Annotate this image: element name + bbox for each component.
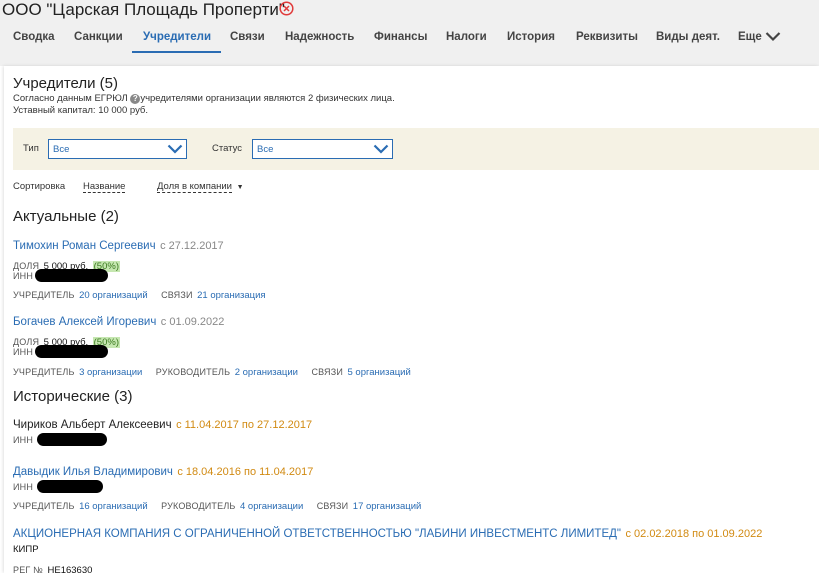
tab-requisites[interactable]: Реквизиты [576, 31, 638, 43]
redaction-mark [35, 345, 108, 358]
tab-taxes[interactable]: Налоги [446, 31, 487, 43]
historical-period: с 18.04.2016 по 11.04.2017 [177, 466, 314, 478]
historical-period: с 11.04.2017 по 27.12.2017 [176, 419, 313, 431]
status-select-value: Все [257, 144, 274, 155]
chevron-down-icon [167, 144, 183, 154]
caret-down-icon: ▼ [236, 184, 244, 191]
type-filter-label: Тип [23, 143, 39, 154]
historical-name-link[interactable]: Давыдик Илья Владимирович [13, 466, 173, 478]
historical-period: с 02.02.2018 по 01.09.2022 [625, 528, 763, 540]
chevron-down-icon[interactable] [765, 31, 781, 42]
historical-name: Чириков Альберт Алексеевич [13, 419, 172, 431]
filter-panel: Тип Все Статус Все [13, 128, 819, 170]
founder-stat-label: УЧРЕДИТЕЛЬ [13, 290, 75, 300]
historical-row: Чириков Альберт Алексеевич с 11.04.2017 … [13, 415, 312, 433]
founder-date: с 01.09.2022 [160, 316, 225, 328]
chevron-down-icon [373, 144, 389, 154]
links-stat-link[interactable]: 21 организация [197, 290, 265, 301]
inn-label: ИНН [13, 435, 34, 445]
founder-date: с 27.12.2017 [160, 240, 224, 252]
help-icon[interactable]: ? [130, 94, 141, 104]
founder-stat-link[interactable]: 3 организации [79, 367, 142, 378]
status-filter-label: Статус [212, 143, 243, 154]
founder-name-link[interactable]: Богачев Алексей Игоревич [13, 316, 156, 328]
redaction-mark [37, 433, 107, 446]
reg-value: HE163630 [47, 565, 93, 573]
historical-row: Давыдик Илья Владимирович с 18.04.2016 п… [13, 462, 313, 480]
founder-row: Тимохин Роман Сергеевич с 27.12.2017 [13, 236, 224, 254]
main-nav: Сводка Санкции Учредители Связи Надежнос… [0, 28, 819, 54]
egrul-note: Согласно данным ЕГРЮЛ ? учредителями орга… [13, 93, 395, 104]
tab-reliability[interactable]: Надежность [285, 31, 354, 43]
manager-stat-label: РУКОВОДИТЕЛЬ [155, 367, 231, 377]
stats-row: УЧРЕДИТЕЛЬ 3 организации РУКОВОДИТЕЛЬ 2 … [13, 362, 411, 380]
egrul-prefix: Согласно данным ЕГРЮЛ [13, 93, 128, 104]
founders-heading: Учредители (5) [13, 75, 119, 92]
sort-by-share-label: Доля в компании [157, 181, 232, 193]
redaction-mark [37, 480, 103, 493]
tab-history[interactable]: История [507, 31, 555, 43]
founder-stat-label: УЧРЕДИТЕЛЬ [13, 501, 75, 511]
historical-name-link[interactable]: АКЦИОНЕРНАЯ КОМПАНИЯ С ОГРАНИЧЕННОЙ ОТВЕ… [13, 528, 621, 540]
founder-name-link[interactable]: Тимохин Роман Сергеевич [13, 240, 156, 252]
inn-label: ИНН [13, 347, 34, 357]
content-panel: Учредители (5) Согласно данным ЕГРЮЛ ? уч… [4, 66, 819, 573]
stats-row: УЧРЕДИТЕЛЬ 16 организаций РУКОВОДИТЕЛЬ 4… [13, 496, 421, 514]
historical-heading: Исторические (3) [13, 388, 133, 405]
close-circle-icon[interactable] [279, 1, 294, 16]
share-label: ДОЛЯ [13, 261, 40, 271]
type-select[interactable]: Все [48, 139, 187, 159]
inn-label: ИНН [13, 482, 34, 492]
links-stat-link[interactable]: 17 организаций [353, 501, 422, 512]
historical-row: АКЦИОНЕРНАЯ КОМПАНИЯ С ОГРАНИЧЕННОЙ ОТВЕ… [13, 524, 762, 542]
sort-label: Сортировка [13, 181, 66, 192]
sort-by-share[interactable]: Доля в компании ▼ [157, 181, 244, 193]
links-stat-label: СВЯЗИ [311, 367, 344, 377]
type-select-value: Все [53, 144, 70, 155]
manager-stat-link[interactable]: 2 организации [235, 367, 298, 378]
historical-country: КИПР [13, 544, 39, 555]
tab-founders[interactable]: Учредители [143, 31, 211, 43]
founder-row: Богачев Алексей Игоревич с 01.09.2022 [13, 312, 224, 330]
founder-stat-label: УЧРЕДИТЕЛЬ [13, 367, 75, 377]
tab-activities[interactable]: Виды деят. [656, 31, 720, 43]
stats-row: УЧРЕДИТЕЛЬ 20 организаций СВЯЗИ 21 орган… [13, 285, 266, 303]
tab-links[interactable]: Связи [230, 31, 265, 43]
tab-sanctions[interactable]: Санкции [74, 31, 123, 43]
tab-summary[interactable]: Сводка [13, 31, 55, 43]
reg-label: РЕГ № [13, 565, 44, 573]
manager-stat-label: РУКОВОДИТЕЛЬ [161, 501, 236, 511]
redaction-mark [35, 269, 108, 282]
capital-note: Уставный капитал: 10 000 руб. [13, 105, 149, 116]
actual-heading: Актуальные (2) [13, 208, 119, 225]
founder-stat-link[interactable]: 20 организаций [79, 290, 148, 301]
founder-stat-link[interactable]: 16 организаций [79, 501, 148, 512]
manager-stat-link[interactable]: 4 организации [240, 501, 303, 512]
active-tab-underline [132, 51, 221, 53]
sort-by-name[interactable]: Название [83, 181, 126, 193]
share-label: ДОЛЯ [13, 337, 40, 347]
reg-row: РЕГ № HE163630 [13, 560, 92, 573]
egrul-suffix: учредителями организации являются 2 физи… [140, 93, 395, 104]
tab-finance[interactable]: Финансы [374, 31, 427, 43]
links-stat-label: СВЯЗИ [316, 501, 349, 511]
tab-more[interactable]: Еще [738, 31, 762, 43]
status-select[interactable]: Все [252, 139, 393, 159]
top-bar: ООО "Царская Площадь Проперти" Сводка Са… [0, 0, 819, 66]
links-stat-link[interactable]: 5 организаций [348, 367, 411, 378]
inn-label: ИНН [13, 271, 34, 281]
company-title: ООО "Царская Площадь Проперти" [2, 0, 285, 19]
links-stat-label: СВЯЗИ [161, 290, 193, 300]
